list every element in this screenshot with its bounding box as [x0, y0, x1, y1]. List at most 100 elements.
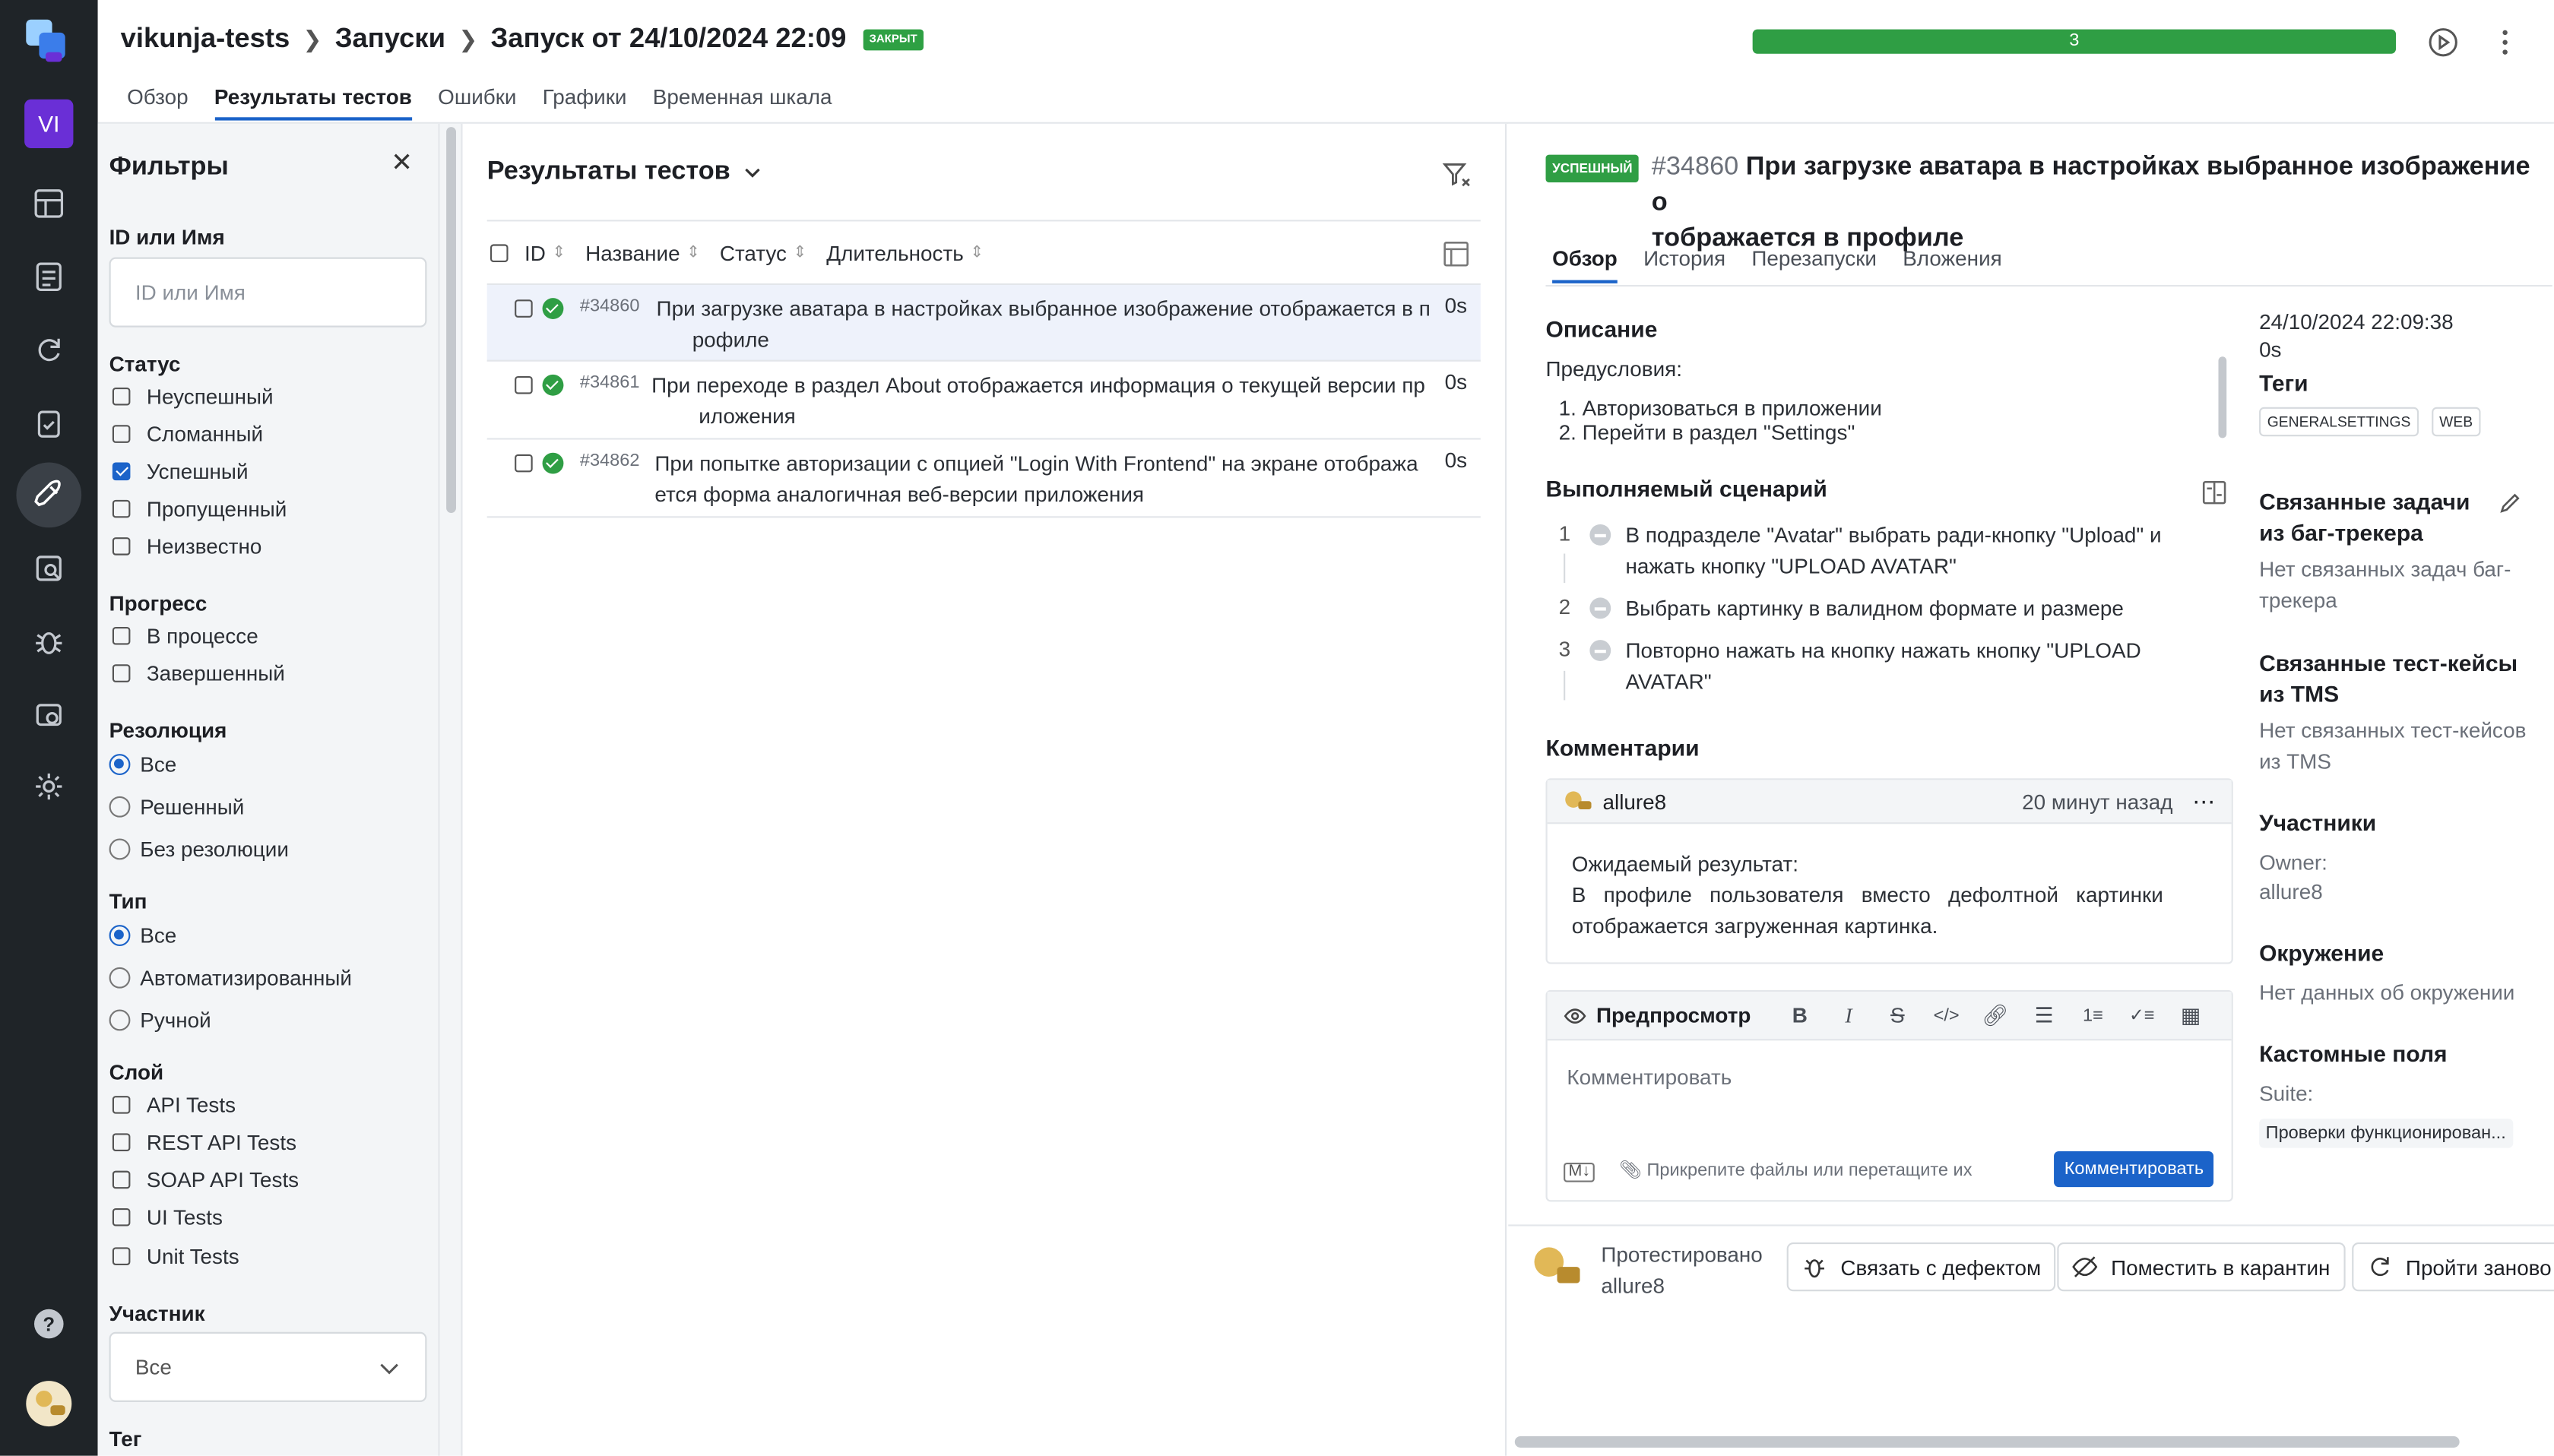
linked-testcases-heading: Связанные тест-кейсы из TMS [2259, 649, 2518, 707]
comment-line: Ожидаемый результат: [1571, 851, 1798, 876]
clear-filter-icon[interactable] [1441, 160, 1471, 189]
detail-tabs: Обзор История Перезапуски Вложения [1552, 246, 2028, 283]
rerun-button[interactable]: Пройти заново [2352, 1242, 2554, 1292]
code-icon[interactable]: </> [1922, 1005, 1971, 1025]
test-plans-icon[interactable] [16, 391, 81, 456]
project-avatar[interactable]: VI [24, 99, 74, 148]
checklist-icon[interactable]: ✓≡ [2118, 1005, 2166, 1026]
tab-test-results[interactable]: Результаты тестов [214, 84, 412, 121]
strikethrough-icon[interactable]: S [1873, 1003, 1922, 1027]
italic-icon[interactable]: I [1824, 1002, 1873, 1028]
tag-chip[interactable]: WEB [2431, 407, 2481, 437]
table-row[interactable]: #34860 При загрузке аватара в настройках… [486, 284, 1481, 362]
table-icon[interactable]: ▦ [2166, 1002, 2215, 1028]
launches-rocket-icon[interactable] [16, 462, 82, 528]
link-defect-button[interactable]: Связать с дефектом [1786, 1242, 2056, 1292]
settings-gear-icon[interactable] [16, 754, 81, 819]
type-manual-radio[interactable]: Ручной [109, 1008, 211, 1033]
close-icon[interactable]: ✕ [391, 147, 413, 179]
tab-history[interactable]: История [1643, 246, 1725, 283]
more-vertical-icon[interactable] [2489, 26, 2521, 59]
row-duration: 0s [1444, 448, 1468, 473]
type-all-radio[interactable]: Все [109, 923, 176, 948]
select-all-checkbox[interactable] [490, 243, 509, 261]
link-icon[interactable]: 🔗︎ [1971, 1002, 2020, 1028]
status-failed-checkbox[interactable]: Неуспешный [112, 385, 274, 409]
user-avatar[interactable] [16, 1371, 81, 1436]
submit-comment-button[interactable]: Комментировать [2054, 1151, 2214, 1188]
status-unknown-checkbox[interactable]: Неизвестно [112, 534, 261, 559]
edit-pencil-icon[interactable] [2499, 492, 2521, 514]
breadcrumb-project[interactable]: vikunja-tests [121, 23, 290, 55]
description-scrollbar[interactable] [2218, 356, 2227, 438]
launch-progress-bar[interactable]: 3 [1752, 29, 2397, 54]
preview-toggle[interactable]: Предпросмотр [1596, 1003, 1751, 1027]
tab-overview[interactable]: Обзор [127, 84, 188, 120]
resolution-none-radio[interactable]: Без резолюции [109, 837, 289, 862]
tab-timeline[interactable]: Временная шкала [653, 84, 832, 120]
refresh-icon[interactable] [16, 318, 81, 383]
row-checkbox[interactable] [515, 375, 533, 394]
results-table-header: ID ⇕ Название ⇕ Статус ⇕ Длительность ⇕ [486, 220, 1481, 285]
status-broken-checkbox[interactable]: Сломанный [112, 422, 263, 446]
tab-attachments[interactable]: Вложения [1903, 246, 2002, 283]
col-id[interactable]: ID [524, 240, 546, 264]
layer-unit-checkbox[interactable]: Unit Tests [112, 1244, 239, 1268]
more-horizontal-icon[interactable]: ⋯ [2192, 787, 2215, 815]
member-select[interactable]: Все [109, 1331, 427, 1402]
tested-by: Протестировано allure8 [1601, 1242, 1763, 1298]
horizontal-scrollbar[interactable] [1514, 1435, 2460, 1448]
defects-bug-icon[interactable] [16, 609, 81, 674]
layer-soap-checkbox[interactable]: SOAP API Tests [112, 1167, 299, 1192]
table-row[interactable]: #34861 При переходе в раздел About отобр… [486, 362, 1481, 440]
resolution-all-radio[interactable]: Все [109, 752, 176, 777]
id-name-input[interactable]: ID или Имя [109, 257, 427, 328]
layer-rest-checkbox[interactable]: REST API Tests [112, 1130, 296, 1154]
suite-chip[interactable]: Проверки функционирован... [2259, 1119, 2513, 1148]
layer-ui-checkbox[interactable]: UI Tests [112, 1205, 223, 1230]
environment-heading: Окружение [2259, 939, 2384, 966]
tab-retries[interactable]: Перезапуски [1751, 246, 1877, 283]
custom-fields-heading: Кастомные поля [2259, 1040, 2448, 1067]
table-row[interactable]: #34862 При попытке авторизации с опцией … [486, 440, 1481, 518]
attach-files[interactable]: 📎︎ Прикрепите файлы или перетащите их [1619, 1156, 1973, 1187]
status-skipped-checkbox[interactable]: Пропущенный [112, 497, 287, 521]
tag-chip[interactable]: GENERALSETTINGS [2259, 407, 2419, 437]
filters-scrollbar[interactable] [439, 123, 463, 1456]
breadcrumb-launches[interactable]: Запуски [335, 23, 445, 55]
chevron-down-icon [380, 1363, 398, 1374]
step-number: 3 [1558, 636, 1571, 661]
col-name[interactable]: Название [585, 240, 680, 264]
col-status[interactable]: Статус [720, 240, 787, 264]
comment-input[interactable]: Комментировать [1567, 1062, 1732, 1093]
columns-settings-icon[interactable] [1441, 239, 1471, 269]
row-checkbox[interactable] [515, 454, 533, 473]
results-title[interactable]: Результаты тестов [487, 158, 763, 188]
progress-done-checkbox[interactable]: Завершенный [112, 661, 285, 685]
type-automated-radio[interactable]: Автоматизированный [109, 966, 352, 990]
tab-detail-overview[interactable]: Обзор [1552, 246, 1618, 283]
bold-icon[interactable]: B [1776, 1003, 1824, 1027]
play-icon[interactable] [2427, 26, 2460, 59]
help-icon[interactable]: ? [16, 1291, 81, 1356]
jobs-icon[interactable] [16, 682, 81, 748]
resolution-resolved-radio[interactable]: Решенный [109, 795, 244, 819]
analytics-icon[interactable] [16, 536, 81, 601]
tab-errors[interactable]: Ошибки [438, 84, 516, 120]
dashboard-icon[interactable] [16, 171, 81, 236]
status-passed-checkbox[interactable]: Успешный [112, 459, 249, 483]
status-badge: УСПЕШНЫЙ [1545, 154, 1640, 182]
bullet-list-icon[interactable]: ☰ [2020, 1002, 2068, 1028]
numbered-list-icon[interactable]: 1≡ [2068, 1005, 2117, 1025]
col-duration[interactable]: Длительность [826, 240, 964, 264]
progress-in-progress-checkbox[interactable]: В процессе [112, 624, 258, 648]
app-logo-icon[interactable] [23, 16, 75, 68]
scenario-view-icon[interactable] [2202, 480, 2226, 505]
comment-line: отображается загруженная картинка. [1571, 913, 1938, 938]
result-date: 24/10/2024 22:09:38 [2259, 309, 2454, 334]
row-checkbox[interactable] [515, 299, 533, 318]
test-cases-icon[interactable] [16, 244, 81, 309]
quarantine-button[interactable]: Поместить в карантин [2057, 1242, 2345, 1292]
layer-api-checkbox[interactable]: API Tests [112, 1093, 236, 1117]
tab-graphs[interactable]: Графики [543, 84, 627, 120]
